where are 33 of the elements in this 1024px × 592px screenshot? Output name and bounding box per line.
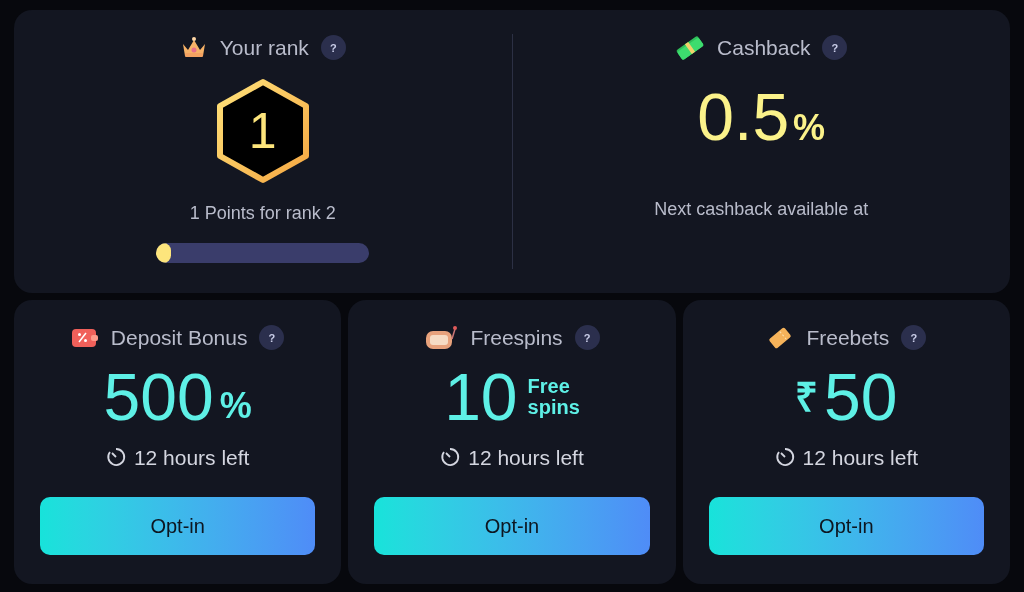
points-text: 1 Points for rank 2 xyxy=(189,201,336,225)
help-button[interactable]: ? xyxy=(320,35,346,61)
percent-sign: % xyxy=(219,387,252,424)
rank-number: 1 xyxy=(248,105,277,156)
timer-icon xyxy=(774,447,795,468)
card-title: Freebets xyxy=(806,325,890,351)
timer-icon xyxy=(440,447,461,468)
card-title: Cashback xyxy=(717,35,811,61)
currency-sign: ₹ xyxy=(795,376,819,417)
bonus-value: 10 xyxy=(444,363,518,430)
opt-in-button[interactable]: Opt-in xyxy=(708,497,984,555)
bonus-value: 50 xyxy=(824,363,898,430)
help-button[interactable]: ? xyxy=(822,35,848,61)
card-title: Your rank xyxy=(219,35,309,61)
bonus-value: 500 xyxy=(103,363,214,430)
card-title: Deposit Bonus xyxy=(110,325,248,351)
cashback-value: 0.5 xyxy=(697,83,790,150)
cashback-note: Next cashback available at xyxy=(654,197,869,221)
help-button[interactable]: ? xyxy=(901,325,927,351)
help-button[interactable]: ? xyxy=(574,325,600,351)
timer-icon xyxy=(105,447,126,468)
time-left: 12 hours left xyxy=(133,444,250,471)
time-left: 12 hours left xyxy=(468,444,584,471)
wallet-icon xyxy=(70,326,99,349)
opt-in-button[interactable]: Opt-in xyxy=(40,497,316,555)
opt-in-button[interactable]: Opt-in xyxy=(374,497,650,555)
help-button[interactable]: ? xyxy=(259,325,285,351)
spins-label: spins xyxy=(527,396,580,418)
card-title: Freespins xyxy=(470,325,563,351)
time-left: 12 hours left xyxy=(802,444,919,471)
spins-label: Free xyxy=(527,375,571,397)
percent-sign: % xyxy=(793,109,826,146)
slot-machine-icon xyxy=(424,324,459,351)
